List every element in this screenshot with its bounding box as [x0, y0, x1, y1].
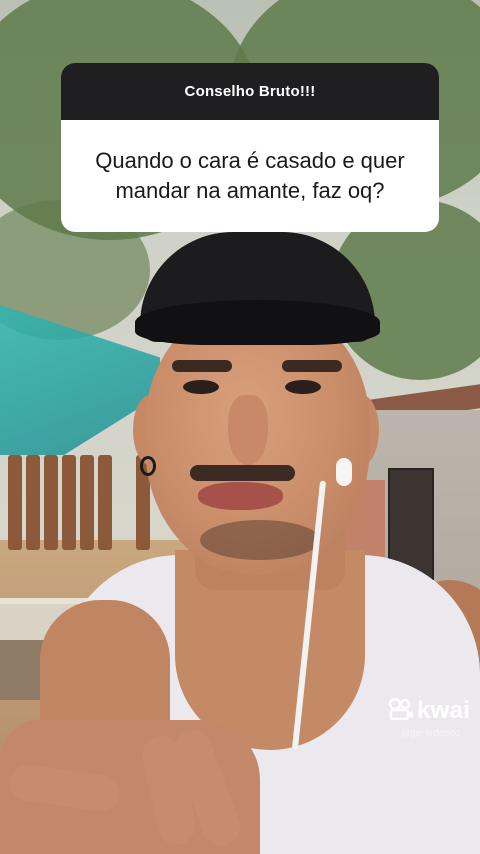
tobacco-bundle [80, 455, 94, 550]
right-eyebrow [282, 360, 342, 372]
tobacco-bundle [44, 455, 58, 550]
tobacco-bundle [8, 455, 22, 550]
tobacco-bundle [26, 455, 40, 550]
earring [140, 456, 156, 476]
question-card: Conselho Bruto!!! Quando o cara é casado… [61, 63, 439, 232]
kwai-watermark: kwai [388, 697, 470, 725]
tobacco-bundle [98, 455, 112, 550]
mustache [190, 465, 295, 481]
earbud [336, 458, 352, 486]
left-eyebrow [172, 360, 232, 372]
kwai-brand-text: kwai [417, 697, 471, 724]
kwai-logo-icon [388, 697, 414, 724]
cap-visor [135, 300, 380, 345]
tobacco-bundle [62, 455, 76, 550]
right-eye [285, 380, 321, 394]
beard [200, 520, 320, 560]
person-mouth [198, 482, 283, 510]
creator-handle: @gerardosco [400, 728, 461, 739]
question-card-header: Conselho Bruto!!! [61, 63, 439, 120]
question-card-text: Quando o cara é casado e quer mandar na … [95, 148, 405, 203]
person-nose [228, 395, 268, 465]
left-eye [183, 380, 219, 394]
